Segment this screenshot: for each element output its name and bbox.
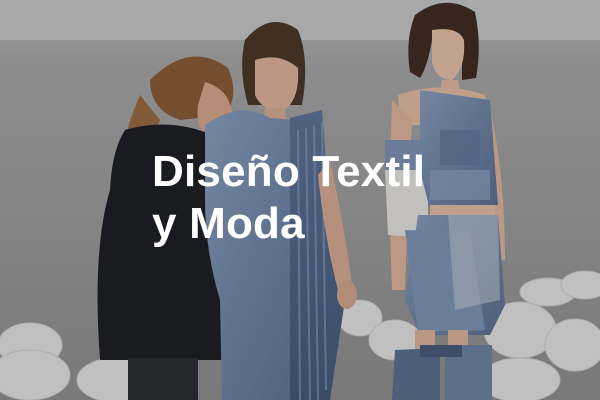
card-title-line1: Diseño Textil <box>152 147 426 196</box>
card-title[interactable]: Diseño Textil y Moda <box>152 146 425 250</box>
card-title-line2: y Moda <box>152 199 305 248</box>
program-card[interactable]: Diseño Textil y Moda <box>0 0 600 400</box>
